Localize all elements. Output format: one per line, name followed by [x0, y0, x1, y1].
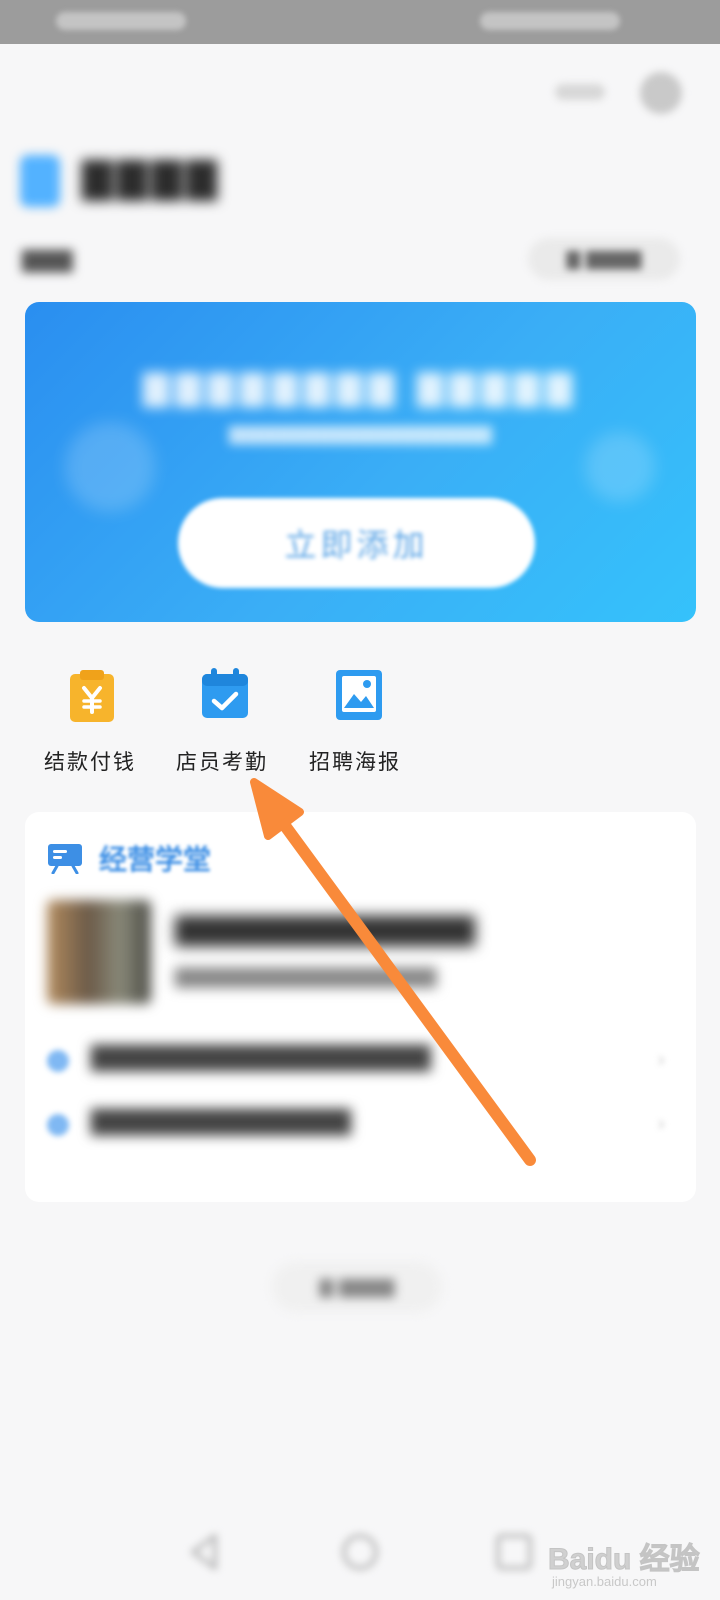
chevron-right-icon: › — [657, 1048, 666, 1073]
home-icon[interactable] — [338, 1530, 382, 1574]
page-title-icon — [20, 155, 60, 207]
store-subtitle: ▇▇▇ — [22, 248, 73, 273]
store-switch-button[interactable]: ▇ ▇▇▇▇ — [528, 238, 680, 280]
banner-subtitle: ▇▇▇▇▇▇▇▇▇▇▇▇▇▇▇▇▇▇▇ — [228, 424, 492, 445]
quick-action-label: 店员考勤 — [176, 750, 268, 774]
banner-title: ▇▇▇▇▇▇▇▇ ▇▇▇▇▇ — [143, 368, 578, 408]
calendar-check-icon — [200, 668, 256, 724]
status-bar — [0, 0, 720, 44]
load-more-button[interactable]: ▇ ▇▇▇▇ — [272, 1262, 442, 1312]
yen-clipboard-icon — [66, 668, 122, 724]
bullet-icon — [47, 1050, 69, 1072]
watermark-brand: Baidu 经验 — [548, 1543, 701, 1577]
article-title[interactable]: ▇▇▇▇▇▇▇▇▇▇▇▇▇ — [175, 912, 475, 947]
promo-banner: ▇▇▇▇▇▇▇▇ ▇▇▇▇▇ ▇▇▇▇▇▇▇▇▇▇▇▇▇▇▇▇▇▇▇ 立即添加 — [25, 302, 696, 622]
page-title: ▇▇▇▇ — [82, 155, 222, 201]
watermark-url: jingyan.baidu.com — [552, 1574, 657, 1589]
list-item-text: ▇▇▇▇▇▇▇▇▇▇▇▇▇▇▇▇▇ — [91, 1042, 431, 1072]
recent-apps-icon[interactable] — [492, 1530, 536, 1574]
list-item[interactable]: ▇▇▇▇▇▇▇▇▇▇▇▇▇ › — [47, 1104, 677, 1144]
add-now-button[interactable]: 立即添加 — [178, 498, 535, 588]
business-academy-card: 经营学堂 ▇▇▇▇▇▇▇▇▇▇▇▇▇ ▇▇▇▇▇▇▇▇▇▇▇▇▇▇▇▇▇ ▇▇▇… — [25, 812, 696, 1202]
status-bar-left — [56, 12, 186, 30]
chevron-right-icon: › — [657, 1112, 666, 1137]
quick-action-label: 结款付钱 — [44, 750, 136, 774]
status-bar-right — [480, 12, 620, 30]
chalkboard-icon — [47, 842, 83, 875]
poster-image-icon — [334, 668, 390, 724]
academy-title: 经营学堂 — [99, 843, 212, 876]
top-right-link[interactable] — [555, 84, 605, 100]
baidu-watermark: Baidu 经验 jingyan.baidu.com — [548, 1530, 718, 1596]
back-icon[interactable] — [183, 1530, 227, 1574]
bullet-icon — [47, 1114, 69, 1136]
article-thumbnail[interactable] — [47, 900, 151, 1004]
list-item-text: ▇▇▇▇▇▇▇▇▇▇▇▇▇ — [91, 1106, 351, 1136]
list-item[interactable]: ▇▇▇▇▇▇▇▇▇▇▇▇▇▇▇▇▇ › — [47, 1040, 677, 1080]
quick-action-label: 招聘海报 — [309, 750, 401, 774]
article-subtitle: ▇▇▇▇▇▇▇▇▇▇▇▇▇▇▇▇▇ — [175, 964, 437, 988]
avatar[interactable] — [640, 72, 682, 114]
